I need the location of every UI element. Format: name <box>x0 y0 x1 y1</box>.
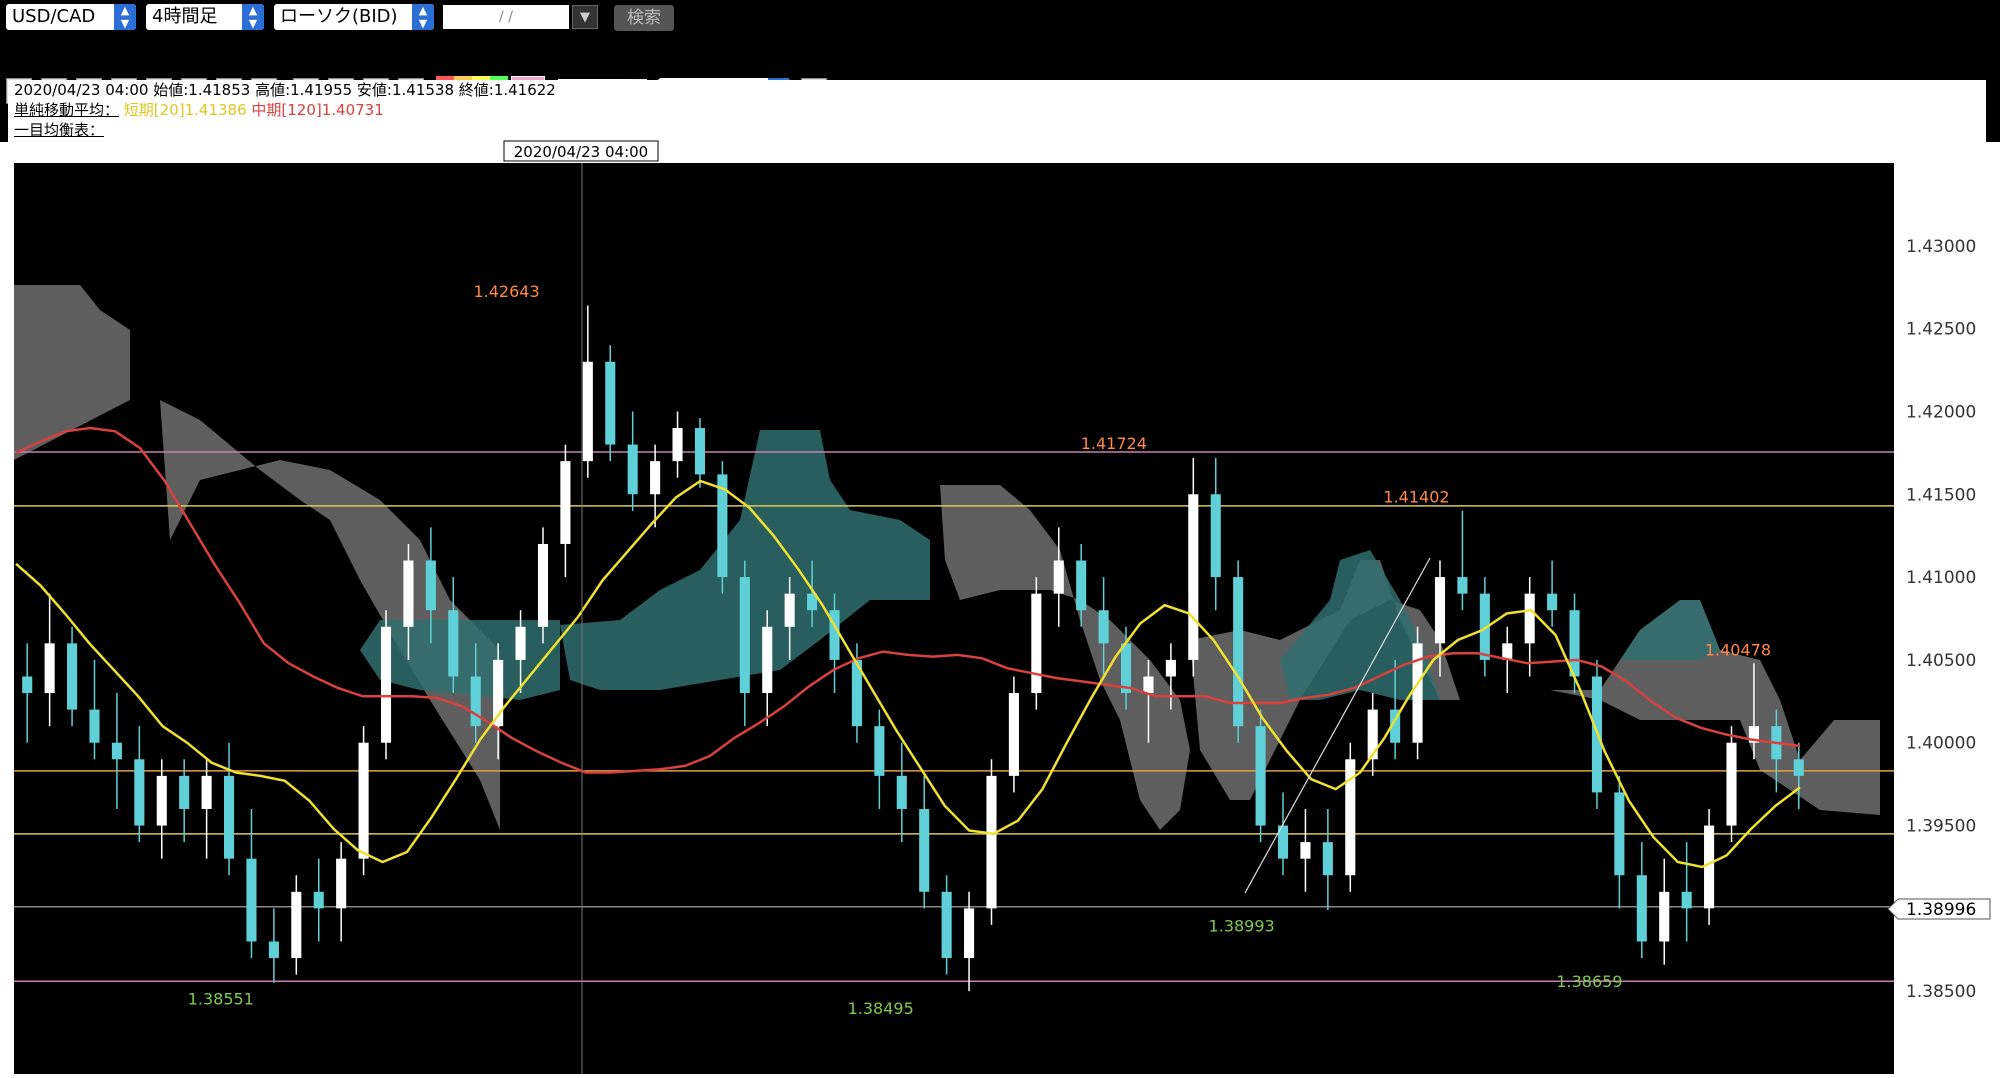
price-annotation: 1.38993 <box>1209 917 1275 936</box>
candle-body <box>1322 842 1333 876</box>
candle-body <box>1143 676 1154 694</box>
candle-body <box>874 726 885 776</box>
candle-body <box>313 891 324 909</box>
candle-body <box>1547 593 1558 611</box>
candle-body <box>201 775 212 809</box>
candle-body <box>1076 560 1087 611</box>
candle-body <box>694 428 706 475</box>
candle-body <box>941 891 952 959</box>
candle-body <box>1636 875 1647 942</box>
candle-body <box>358 742 369 859</box>
candle-body <box>1300 842 1311 859</box>
price-annotation: 1.38495 <box>848 999 914 1018</box>
crosshair-time-label: 2020/04/23 04:00 <box>514 143 648 161</box>
price-annotation: 1.38551 <box>188 990 254 1009</box>
candle-body <box>986 775 997 909</box>
candle-body <box>582 361 593 462</box>
candle-body <box>425 560 436 611</box>
y-tick-label: 1.38500 <box>1906 982 1976 1002</box>
candle-body <box>336 858 347 909</box>
y-tick-label: 1.39500 <box>1906 817 1976 837</box>
candle-body <box>291 891 302 959</box>
candle-body <box>605 361 616 445</box>
candle-body <box>179 775 190 809</box>
y-tick-label: 1.40000 <box>1906 734 1976 754</box>
candle-body <box>919 808 930 892</box>
y-tick-label: 1.41000 <box>1906 568 1976 588</box>
y-tick-label: 1.40500 <box>1906 651 1976 671</box>
candle-body <box>627 444 638 495</box>
price-annotation: 1.42643 <box>473 282 539 301</box>
candle-body <box>964 908 975 959</box>
candle-body <box>156 775 167 826</box>
candle-body <box>22 676 33 694</box>
candle-body <box>650 461 661 495</box>
candle-body <box>1434 577 1446 644</box>
candle-body <box>1210 494 1221 578</box>
candle-body <box>739 577 750 694</box>
candle-body <box>1704 825 1715 909</box>
candle-body <box>672 428 683 462</box>
candle-body <box>223 775 235 859</box>
candle-body <box>784 593 795 627</box>
price-annotation: 1.38659 <box>1556 972 1622 991</box>
y-tick-label: 1.41500 <box>1906 485 1976 505</box>
candle-body <box>1008 693 1019 776</box>
candle-body <box>67 643 78 710</box>
y-tick-label: 1.42000 <box>1906 402 1976 422</box>
candle-body <box>1255 726 1266 826</box>
candle-body <box>380 626 392 743</box>
candle-body <box>1793 759 1804 776</box>
candle-body <box>1031 593 1042 694</box>
candle-body <box>762 626 773 694</box>
current-price-label: 1.38996 <box>1906 900 1976 920</box>
candle-body <box>1659 891 1670 942</box>
candle-body <box>1457 577 1468 594</box>
price-chart[interactable]: 2020/04/23 04:00 1.42643 1.41724 1.41402 1.4… <box>0 0 2000 1078</box>
candle-body <box>1120 643 1132 694</box>
candle-body <box>89 709 100 743</box>
candle-body <box>246 858 257 942</box>
candle-body <box>268 941 279 959</box>
candle-body <box>111 742 122 760</box>
price-annotation: 1.40478 <box>1705 641 1771 660</box>
candle-body <box>1614 792 1625 876</box>
candle-body <box>1367 709 1378 760</box>
y-tick-label: 1.42500 <box>1906 320 1976 340</box>
candle-body <box>560 461 571 544</box>
candle-body <box>403 560 414 627</box>
price-annotation: 1.41724 <box>1081 434 1147 453</box>
candle-body <box>515 626 526 660</box>
candle-body <box>1053 560 1064 594</box>
candle-body <box>1188 494 1199 660</box>
candle-body <box>448 610 459 677</box>
candle-body <box>1524 593 1535 644</box>
y-axis-area <box>1896 163 2000 1074</box>
price-annotation: 1.41402 <box>1383 488 1449 507</box>
candle-body <box>1165 659 1176 677</box>
candle-body <box>134 759 145 826</box>
candle-body <box>470 676 481 727</box>
candle-body <box>1098 610 1109 644</box>
candle-body <box>537 543 549 627</box>
candle-body <box>1726 742 1737 826</box>
candle-body <box>1681 891 1692 909</box>
candle-body <box>44 643 55 694</box>
y-tick-label: 1.43000 <box>1906 237 1976 257</box>
candle-body <box>896 775 907 809</box>
